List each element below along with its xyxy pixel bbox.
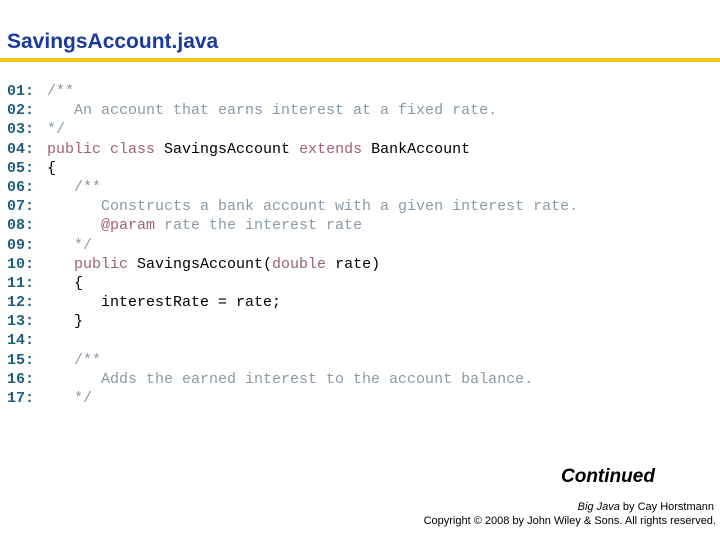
title-underline — [0, 58, 720, 62]
code-line: 13: } — [7, 312, 578, 331]
code-keyword: public class — [47, 140, 165, 158]
code-keyword: extends — [299, 140, 372, 158]
code-line: 12: interestRate = rate; — [7, 293, 578, 312]
line-number: 16: — [7, 370, 35, 388]
code-text: rate) — [326, 255, 381, 273]
line-number: 04: — [7, 140, 35, 158]
code-text: interestRate = rate; — [47, 294, 282, 312]
code-line: 09: */ — [7, 236, 578, 255]
code-text: } — [47, 313, 84, 331]
code-line: 07: Constructs a bank account with a giv… — [7, 197, 578, 216]
code-line: 10: public SavingsAccount(double rate) — [7, 255, 578, 274]
code-line: 11: { — [7, 274, 578, 293]
code-text: { — [47, 274, 84, 292]
code-line: 04: public class SavingsAccount extends B… — [7, 140, 578, 159]
code-line: 02: An account that earns interest at a … — [7, 101, 578, 120]
line-number: 03: — [7, 121, 35, 139]
code-line: 17: */ — [7, 389, 578, 408]
code-comment: */ — [47, 390, 93, 407]
code-line: 03: */ — [7, 120, 578, 139]
code-line: 06: /** — [7, 178, 578, 197]
line-number: 13: — [7, 313, 35, 331]
copyright-notice: Copyright © 2008 by John Wiley & Sons. A… — [423, 515, 716, 527]
line-number: 06: — [7, 178, 35, 196]
book-credit: Big Java by Cay Horstmann — [578, 501, 714, 513]
code-comment: rate the interest rate — [155, 217, 363, 235]
code-comment: /** — [47, 83, 75, 100]
code-keyword: @param — [101, 217, 156, 235]
code-text: { — [47, 159, 57, 177]
code-line: 05: { — [7, 159, 578, 178]
code-line: 16: Adds the earned interest to the acco… — [7, 370, 578, 389]
code-comment: /** — [47, 178, 102, 196]
line-number: 09: — [7, 236, 35, 254]
line-number: 02: — [7, 102, 35, 120]
code-text: SavingsAccount( — [137, 255, 273, 273]
line-number: 14: — [7, 332, 35, 350]
line-number: 11: — [7, 274, 35, 292]
code-comment — [47, 217, 101, 234]
code-listing: 01:/** 02: An account that earns interest… — [7, 82, 578, 408]
code-line: 15: /** — [7, 351, 578, 370]
book-author: by Cay Horstmann — [619, 501, 714, 513]
line-number: 12: — [7, 294, 35, 312]
continued-label: Continued — [561, 466, 655, 487]
book-title: Big Java — [577, 501, 620, 513]
line-number: 10: — [7, 255, 35, 273]
code-comment: */ — [47, 236, 93, 254]
code-text: SavingsAccount — [164, 140, 300, 158]
line-number: 15: — [7, 351, 35, 369]
code-comment: An account that earns interest at a fixe… — [47, 102, 498, 120]
slide-title: SavingsAccount.java — [7, 30, 219, 53]
line-number: 01: — [7, 83, 35, 100]
code-comment: /** — [47, 351, 102, 369]
code-comment: Constructs a bank account with a given i… — [47, 198, 579, 216]
code-comment: */ — [47, 121, 66, 139]
code-comment: Adds the earned interest to the account … — [47, 370, 534, 388]
line-number: 08: — [7, 217, 35, 235]
line-number: 07: — [7, 198, 35, 216]
code-keyword: double — [272, 255, 327, 273]
line-number: 05: — [7, 159, 35, 177]
code-text: BankAccount — [371, 140, 471, 158]
line-number: 17: — [7, 390, 35, 407]
code-line: 01: /** — [7, 82, 578, 101]
code-keyword: public — [47, 255, 138, 273]
code-line: 14: — [7, 331, 578, 350]
code-line: 08: @param rate the interest rate — [7, 216, 578, 235]
